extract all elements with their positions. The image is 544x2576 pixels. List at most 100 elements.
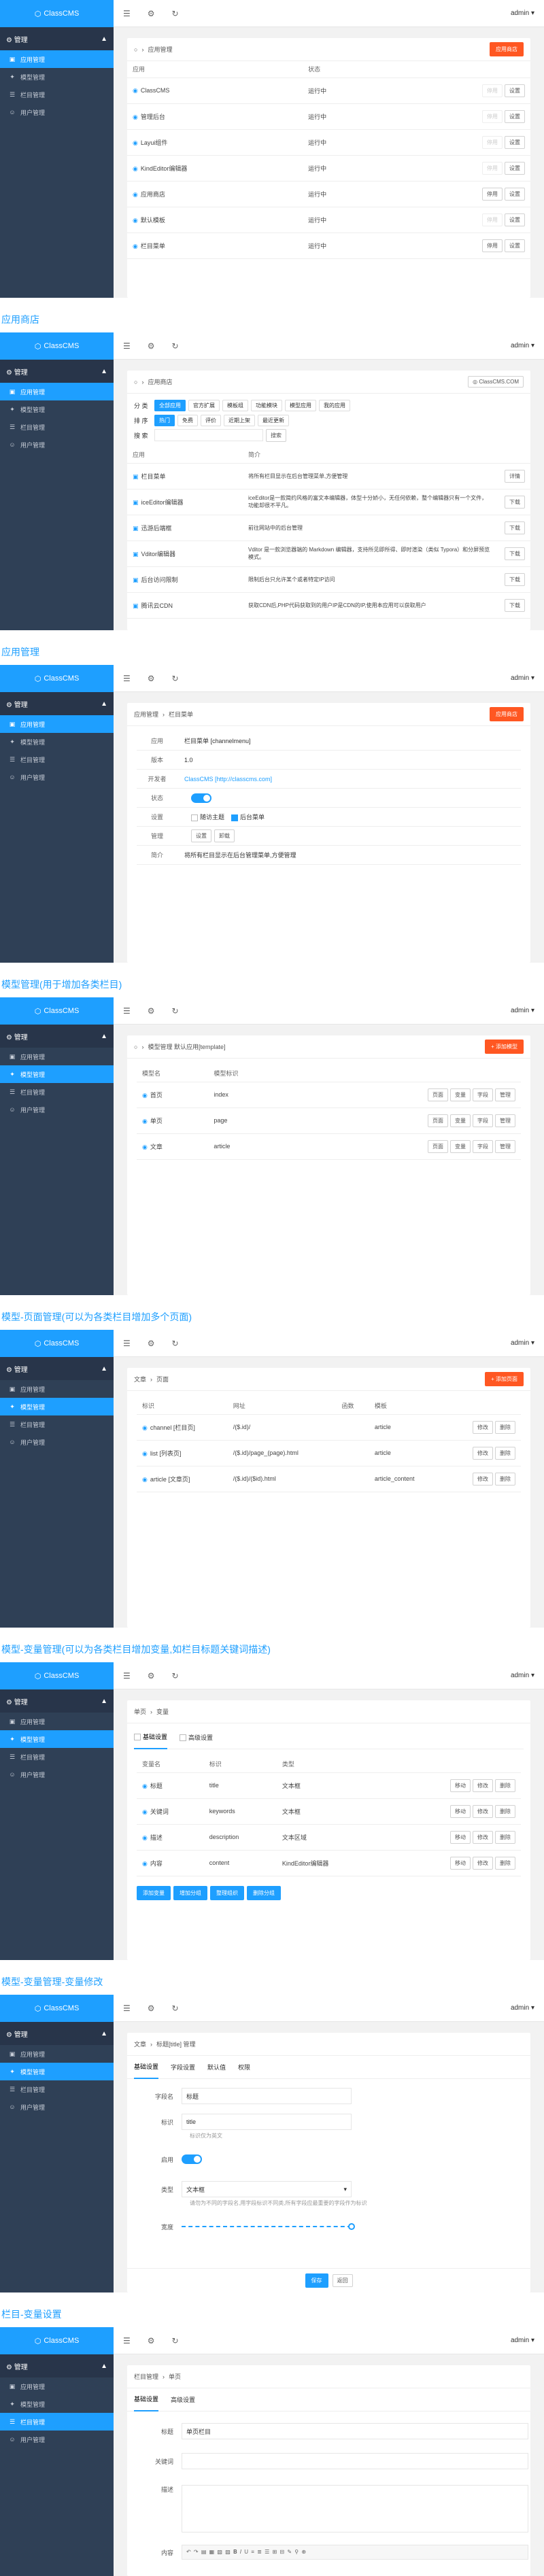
admin-menu[interactable]: admin ▾: [511, 2337, 534, 2344]
sidebar-item-user[interactable]: ☺ 用户管理: [0, 1433, 114, 1451]
app-name[interactable]: 默认模板: [141, 217, 165, 224]
sidebar-item-model[interactable]: ✦ 模型管理: [0, 400, 114, 418]
sidebar-item-app[interactable]: ▣ 应用管理: [0, 2377, 114, 2395]
breadcrumb-root[interactable]: 文章: [134, 1375, 146, 1384]
tab-basic[interactable]: 基础设置: [134, 2388, 159, 2411]
var-op-button[interactable]: 删除: [495, 1779, 515, 1792]
sidebar-item-user[interactable]: ☺ 用户管理: [0, 768, 114, 786]
settings-icon[interactable]: ⚙: [148, 1339, 155, 1348]
settings-button[interactable]: 设置: [505, 161, 525, 175]
logo[interactable]: ⬡ ClassCMS: [0, 665, 114, 692]
page-id[interactable]: article [文章页]: [150, 1476, 190, 1483]
var-op-button[interactable]: 移动: [450, 1830, 471, 1844]
add-page-button[interactable]: + 添加页面: [485, 1372, 524, 1386]
download-button[interactable]: 下载: [505, 495, 525, 509]
settings-icon[interactable]: ⚙: [148, 2004, 155, 2013]
app-name[interactable]: 栏目菜单: [141, 473, 166, 480]
sidebar-item-model[interactable]: ✦ 模型管理: [0, 1730, 114, 1748]
menu-toggle-icon[interactable]: ☰: [123, 1339, 131, 1348]
menu-toggle-icon[interactable]: ☰: [123, 2004, 131, 2013]
sidebar-group[interactable]: ⚙ 管理 ▲: [0, 27, 114, 50]
model-op-button[interactable]: 页面: [428, 1139, 448, 1153]
refresh-icon[interactable]: ↻: [172, 9, 179, 18]
search-button[interactable]: 搜索: [266, 428, 286, 442]
sidebar-item-user[interactable]: ☺ 用户管理: [0, 103, 114, 121]
sidebar-item-channel[interactable]: ☰ 栏目管理: [0, 1748, 114, 1766]
admin-menu[interactable]: admin ▾: [511, 10, 534, 17]
settings-icon[interactable]: ⚙: [148, 674, 155, 683]
description-textarea[interactable]: [182, 2485, 528, 2532]
editor-toolbar[interactable]: ↶ ↷ ▤ ▦ ▧ ▨ 𝐁 𝐼 U ≡ ≣ ☰ ⊞ ⊟ ✎ ⚲ ⊕: [182, 2545, 528, 2560]
model-op-button[interactable]: 管理: [495, 1088, 515, 1101]
tab-2[interactable]: 默认值: [207, 2056, 226, 2079]
settings-button[interactable]: 设置: [505, 135, 525, 149]
slider-handle[interactable]: [348, 2223, 355, 2230]
var-name[interactable]: 标题: [150, 1783, 163, 1789]
settings-button[interactable]: 设置: [505, 84, 525, 97]
name-input[interactable]: 标题: [182, 2088, 352, 2104]
keywords-input[interactable]: [182, 2453, 528, 2469]
page-op-button[interactable]: 删除: [495, 1446, 515, 1460]
admin-menu[interactable]: admin ▾: [511, 674, 534, 682]
sort-option[interactable]: 热门: [154, 414, 175, 426]
sidebar-item-channel[interactable]: ☰ 栏目管理: [0, 1415, 114, 1433]
admin-menu[interactable]: admin ▾: [511, 2004, 534, 2012]
menu-toggle-icon[interactable]: ☰: [123, 2336, 131, 2346]
status-switch[interactable]: [191, 793, 211, 803]
settings-icon[interactable]: ⚙: [148, 9, 155, 18]
sidebar-item-model[interactable]: ✦ 模型管理: [0, 68, 114, 86]
model-op-button[interactable]: 字段: [473, 1088, 493, 1101]
logo[interactable]: ⬡ ClassCMS: [0, 332, 114, 360]
uninstall-button[interactable]: 卸载: [214, 829, 235, 842]
back-icon[interactable]: ○: [134, 46, 137, 53]
sidebar-item-model[interactable]: ✦ 模型管理: [0, 2395, 114, 2413]
menu-toggle-icon[interactable]: ☰: [123, 1006, 131, 1016]
model-name[interactable]: 单页: [150, 1118, 163, 1124]
sidebar-item-model[interactable]: ✦ 模型管理: [0, 733, 114, 751]
app-name[interactable]: Vditor编辑器: [141, 551, 176, 557]
category-filter[interactable]: 模型应用: [285, 399, 316, 411]
sidebar-item-app[interactable]: ▣ 应用管理: [0, 1380, 114, 1398]
category-filter[interactable]: 我的应用: [319, 399, 350, 411]
var-op-button[interactable]: 修改: [473, 1830, 493, 1844]
search-input[interactable]: [154, 429, 263, 441]
sidebar-item-app[interactable]: ▣ 应用管理: [0, 2045, 114, 2063]
sidebar-item-app[interactable]: ▣ 应用管理: [0, 383, 114, 400]
sidebar-item-model[interactable]: ✦ 模型管理: [0, 1398, 114, 1415]
app-name[interactable]: KindEditor编辑器: [141, 165, 188, 172]
logo[interactable]: ⬡ ClassCMS: [0, 2327, 114, 2354]
sidebar-group[interactable]: ⚙ 管理 ▲: [0, 1357, 114, 1380]
checkbox-icon[interactable]: [231, 814, 239, 821]
var-action-button[interactable]: 增加分组: [173, 1885, 207, 1900]
checkbox-icon[interactable]: [191, 814, 198, 821]
var-op-button[interactable]: 修改: [473, 1804, 493, 1818]
tab-0[interactable]: 基础设置: [134, 2056, 159, 2079]
disable-button[interactable]: 停用: [482, 239, 503, 252]
tab-3[interactable]: 权限: [238, 2056, 250, 2079]
page-op-button[interactable]: 修改: [473, 1446, 493, 1460]
admin-menu[interactable]: admin ▾: [511, 1007, 534, 1014]
var-op-button[interactable]: 修改: [473, 1779, 493, 1792]
app-name[interactable]: ClassCMS: [141, 87, 170, 94]
sidebar-group[interactable]: ⚙ 管理 ▲: [0, 692, 114, 715]
var-op-button[interactable]: 移动: [450, 1804, 471, 1818]
model-name[interactable]: 首页: [150, 1092, 163, 1099]
category-filter[interactable]: 官方扩展: [188, 399, 220, 411]
admin-menu[interactable]: admin ▾: [511, 342, 534, 349]
app-store-button[interactable]: 应用商店: [490, 707, 524, 721]
sidebar-item-model[interactable]: ✦ 模型管理: [0, 1065, 114, 1083]
category-filter[interactable]: 模板组: [222, 399, 248, 411]
settings-icon[interactable]: ⚙: [148, 1671, 155, 1681]
sidebar-group[interactable]: ⚙ 管理 ▲: [0, 1689, 114, 1713]
sidebar-group[interactable]: ⚙ 管理 ▲: [0, 360, 114, 383]
settings-button[interactable]: 设置: [505, 109, 525, 123]
model-op-button[interactable]: 管理: [495, 1114, 515, 1127]
menu-toggle-icon[interactable]: ☰: [123, 1671, 131, 1681]
model-op-button[interactable]: 变量: [450, 1114, 471, 1127]
refresh-icon[interactable]: ↻: [172, 674, 179, 683]
var-op-button[interactable]: 移动: [450, 1856, 471, 1870]
breadcrumb-root[interactable]: 应用管理: [134, 710, 158, 719]
disable-button[interactable]: 停用: [482, 84, 503, 97]
model-op-button[interactable]: 管理: [495, 1139, 515, 1153]
sidebar-item-app[interactable]: ▣ 应用管理: [0, 50, 114, 68]
